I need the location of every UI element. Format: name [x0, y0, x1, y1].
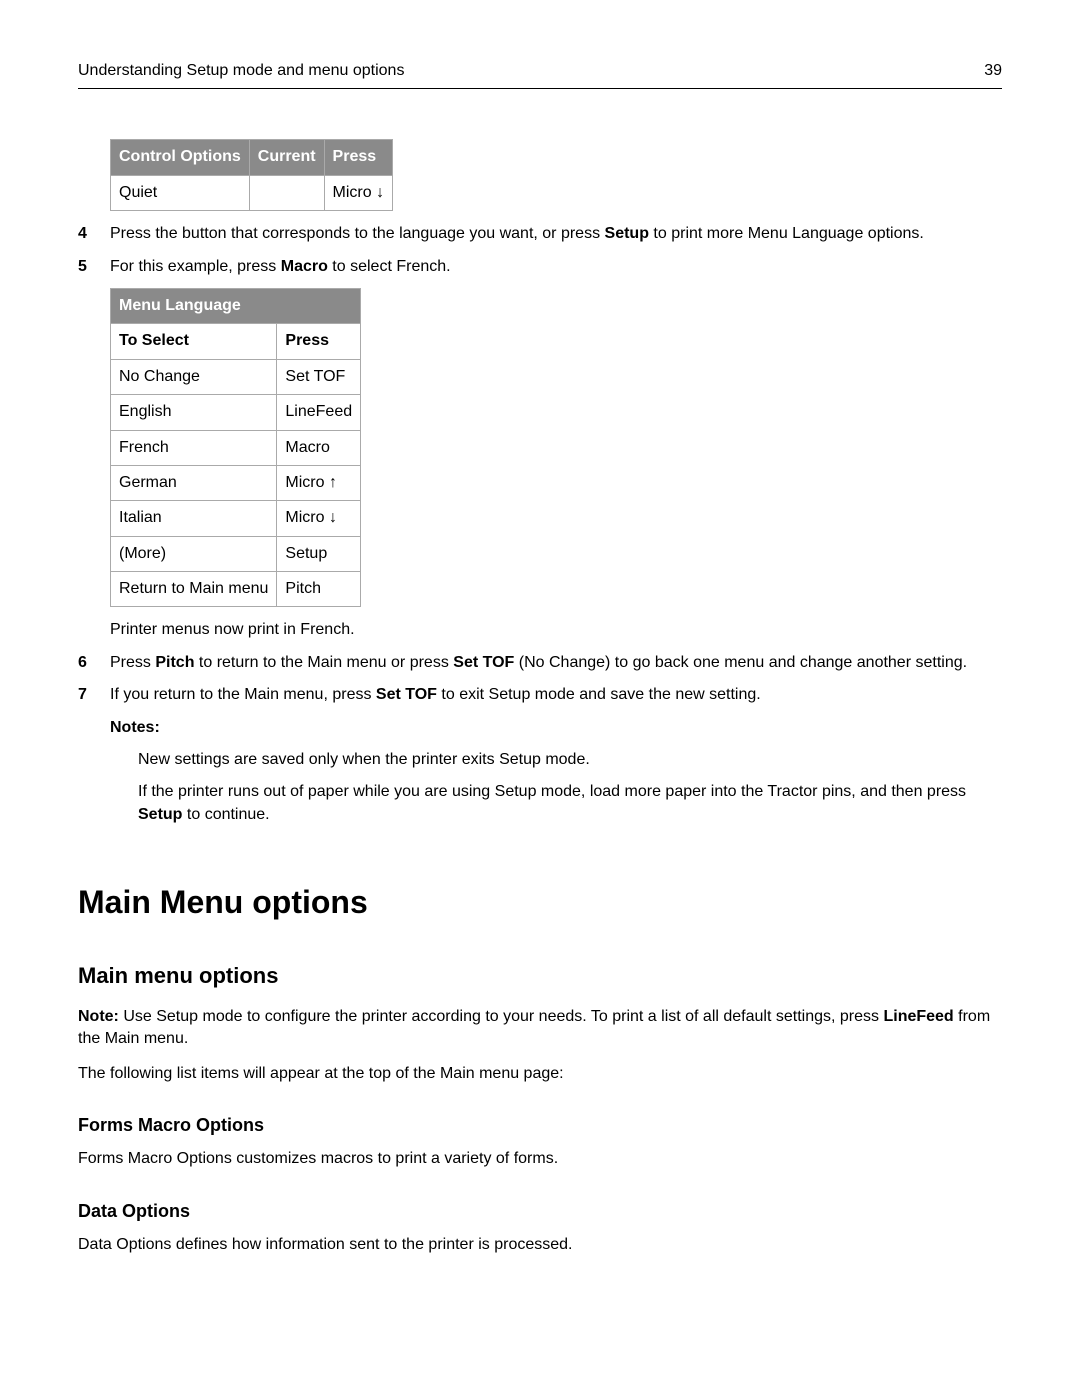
- text: For this example, press: [110, 258, 281, 275]
- step-number: 5: [78, 256, 110, 278]
- text: Use Setup mode to configure the printer …: [119, 1008, 884, 1025]
- page-header: Understanding Setup mode and menu option…: [78, 60, 1002, 89]
- text: to print more Menu Language options.: [649, 225, 924, 242]
- cell-text: Micro: [285, 474, 329, 491]
- cell: Micro ↓: [324, 175, 393, 210]
- step-number: 4: [78, 223, 110, 245]
- step-7: 7 If you return to the Main menu, press …: [78, 684, 1002, 706]
- cell: Pitch: [277, 572, 361, 607]
- step-5: 5 For this example, press Macro to selec…: [78, 256, 1002, 278]
- note-item: New settings are saved only when the pri…: [138, 749, 1002, 771]
- th-menu-language: Menu Language: [111, 288, 361, 323]
- th-press: Press: [324, 140, 393, 175]
- table-row: French Macro: [111, 430, 361, 465]
- cell: Italian: [111, 501, 277, 536]
- text: Press the button that corresponds to the…: [110, 225, 605, 242]
- step-number: 6: [78, 652, 110, 674]
- heading-forms-macro-options: Forms Macro Options: [78, 1113, 1002, 1138]
- bold: Macro: [281, 258, 328, 275]
- cell: Return to Main menu: [111, 572, 277, 607]
- text: to select French.: [328, 258, 451, 275]
- table-row: English LineFeed: [111, 395, 361, 430]
- bold: Set TOF: [376, 686, 437, 703]
- cell: Micro ↑: [277, 465, 361, 500]
- step-number: 7: [78, 684, 110, 706]
- heading-main-menu-options: Main Menu options: [78, 880, 1002, 925]
- control-options-table: Control Options Current Press Quiet Micr…: [110, 139, 393, 211]
- step-text: Press the button that corresponds to the…: [110, 223, 1002, 245]
- arrow-up-icon: ↑: [329, 474, 337, 491]
- subheading-main-menu-options: Main menu options: [78, 961, 1002, 992]
- table-row: (More) Setup: [111, 536, 361, 571]
- th-current: Current: [249, 140, 324, 175]
- text: If the printer runs out of paper while y…: [138, 783, 966, 800]
- notes-block: Notes: New settings are saved only when …: [110, 717, 1002, 827]
- text: to continue.: [182, 806, 269, 823]
- bold: LineFeed: [883, 1008, 953, 1025]
- list-intro: The following list items will appear at …: [78, 1063, 1002, 1085]
- after-table-text: Printer menus now print in French.: [110, 619, 1002, 641]
- heading-data-options: Data Options: [78, 1199, 1002, 1224]
- step-4: 4 Press the button that corresponds to t…: [78, 223, 1002, 245]
- bold: Note:: [78, 1008, 119, 1025]
- page-number: 39: [984, 60, 1002, 82]
- cell: [249, 175, 324, 210]
- cell: Setup: [277, 536, 361, 571]
- bold: Pitch: [155, 654, 194, 671]
- th-press: Press: [277, 324, 361, 359]
- text: to return to the Main menu or press: [194, 654, 453, 671]
- arrow-down-icon: ↓: [376, 184, 384, 201]
- bold: Set TOF: [453, 654, 514, 671]
- cell: Set TOF: [277, 359, 361, 394]
- th-to-select: To Select: [111, 324, 277, 359]
- cell: (More): [111, 536, 277, 571]
- step-text: Press Pitch to return to the Main menu o…: [110, 652, 1002, 674]
- text: (No Change) to go back one menu and chan…: [514, 654, 967, 671]
- table-row: Quiet Micro ↓: [111, 175, 393, 210]
- cell: LineFeed: [277, 395, 361, 430]
- table-row: Return to Main menu Pitch: [111, 572, 361, 607]
- step-text: If you return to the Main menu, press Se…: [110, 684, 1002, 706]
- bold: Setup: [605, 225, 649, 242]
- cell-text: Micro: [333, 184, 377, 201]
- table-row: Italian Micro ↓: [111, 501, 361, 536]
- text: to exit Setup mode and save the new sett…: [437, 686, 761, 703]
- cell: French: [111, 430, 277, 465]
- note-paragraph: Note: Use Setup mode to configure the pr…: [78, 1006, 1002, 1051]
- cell-text: Micro: [285, 509, 329, 526]
- step-text: For this example, press Macro to select …: [110, 256, 1002, 278]
- table-row: German Micro ↑: [111, 465, 361, 500]
- arrow-down-icon: ↓: [329, 509, 337, 526]
- note-item: If the printer runs out of paper while y…: [138, 781, 1002, 826]
- cell: No Change: [111, 359, 277, 394]
- cell: English: [111, 395, 277, 430]
- data-options-body: Data Options defines how information sen…: [78, 1234, 1002, 1256]
- menu-language-table: Menu Language To Select Press No Change …: [110, 288, 361, 608]
- cell: Macro: [277, 430, 361, 465]
- text: Press: [110, 654, 155, 671]
- cell: German: [111, 465, 277, 500]
- step-6: 6 Press Pitch to return to the Main menu…: [78, 652, 1002, 674]
- cell: Quiet: [111, 175, 250, 210]
- th-control-options: Control Options: [111, 140, 250, 175]
- text: If you return to the Main menu, press: [110, 686, 376, 703]
- cell: Micro ↓: [277, 501, 361, 536]
- notes-label: Notes:: [110, 717, 1002, 739]
- forms-body: Forms Macro Options customizes macros to…: [78, 1148, 1002, 1170]
- header-title: Understanding Setup mode and menu option…: [78, 60, 404, 82]
- bold: Setup: [138, 806, 182, 823]
- table-row: No Change Set TOF: [111, 359, 361, 394]
